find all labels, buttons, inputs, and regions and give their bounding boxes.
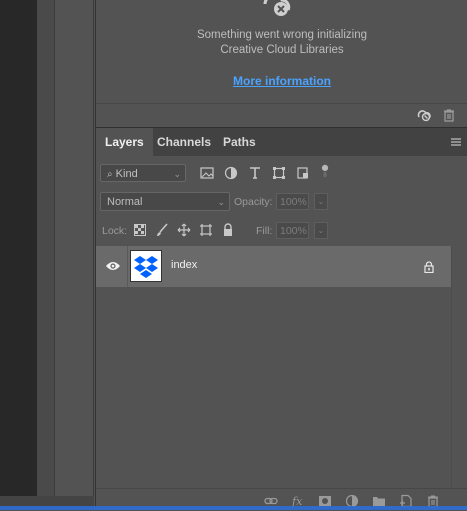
fill-label: Fill:: [256, 225, 273, 237]
kind-label: Kind: [115, 168, 138, 180]
tab-layers[interactable]: Layers: [96, 128, 153, 156]
layer-filter-row: ⌕ Kind ⌄: [96, 160, 467, 186]
panel-dock-gutter: [37, 0, 55, 510]
layer-thumbnail[interactable]: [130, 250, 162, 282]
filter-kind-select[interactable]: ⌕ Kind ⌄: [100, 164, 186, 182]
chevron-down-icon: ⌄: [217, 197, 225, 207]
error-line-2: Creative Cloud Libraries: [220, 44, 344, 56]
cloud-error-icon: [263, 0, 291, 16]
shape-filter-icon[interactable]: [272, 166, 286, 180]
fill-dropdown-icon[interactable]: ⌄: [314, 222, 328, 239]
tab-channels[interactable]: Channels: [148, 128, 220, 156]
layers-scrollbar[interactable]: [451, 246, 467, 488]
cloud-sync-icon[interactable]: [416, 107, 432, 123]
more-information-link[interactable]: More information: [96, 74, 467, 88]
opacity-field[interactable]: 100%: [276, 193, 309, 210]
lock-artboard-icon[interactable]: [199, 223, 213, 237]
blend-mode-row: Normal ⌄ Opacity: 100% ⌄: [96, 190, 467, 214]
type-filter-icon[interactable]: [248, 166, 262, 180]
opacity-label: Opacity:: [234, 196, 273, 208]
lock-position-icon[interactable]: [177, 223, 191, 237]
lock-label: Lock:: [102, 225, 128, 237]
right-panel-dock: Something went wrong initializing Creati…: [95, 0, 467, 510]
libraries-panel: Something went wrong initializing Creati…: [96, 0, 467, 125]
layer-lock-icon: [424, 261, 434, 273]
layers-panel-tabs: Layers Channels Paths: [96, 127, 467, 156]
layer-name[interactable]: index: [171, 259, 197, 271]
blend-mode-value: Normal: [107, 196, 143, 208]
selection-highlight-strip: [0, 506, 467, 510]
tab-paths[interactable]: Paths: [214, 128, 265, 156]
panel-menu-icon[interactable]: [450, 136, 462, 148]
adjustment-filter-icon[interactable]: [224, 166, 238, 180]
fill-field[interactable]: 100%: [276, 222, 309, 239]
chevron-down-icon: ⌄: [173, 169, 181, 179]
filter-toggle-icon[interactable]: [318, 164, 332, 178]
blend-mode-select[interactable]: Normal ⌄: [100, 192, 230, 211]
document-canvas-area: [0, 0, 37, 496]
smartobject-filter-icon[interactable]: [296, 166, 310, 180]
lock-all-icon[interactable]: [221, 223, 235, 237]
layer-row[interactable]: index: [96, 246, 451, 287]
dropbox-logo-icon: [134, 256, 158, 278]
eye-icon[interactable]: [105, 260, 121, 272]
libraries-error-message: Something went wrong initializing Creati…: [96, 28, 467, 58]
lock-transparent-icon[interactable]: [133, 223, 147, 237]
pixel-filter-icon[interactable]: [200, 166, 214, 180]
lock-image-icon[interactable]: [155, 223, 169, 237]
trash-icon[interactable]: [441, 107, 457, 123]
lock-row: Lock: Fill: 100% ⌄: [96, 219, 467, 243]
libraries-footer: [96, 103, 467, 126]
search-icon: ⌕: [107, 169, 113, 180]
opacity-dropdown-icon[interactable]: ⌄: [314, 193, 328, 210]
collapsed-panel-strip: [55, 0, 94, 510]
error-line-1: Something went wrong initializing: [196, 29, 368, 41]
